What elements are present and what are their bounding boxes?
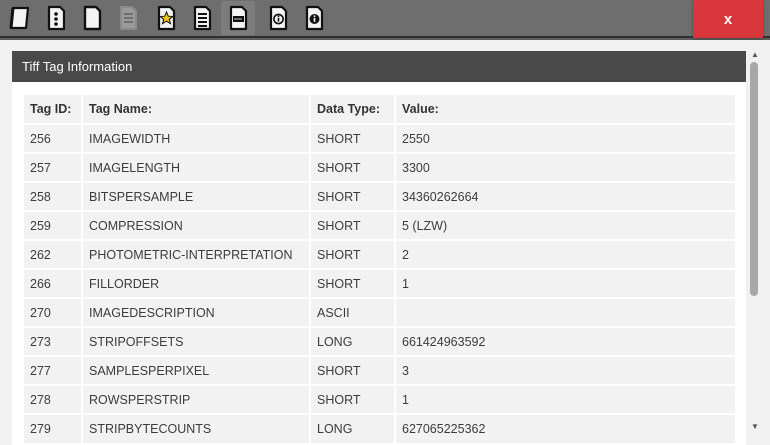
table-row: 257 IMAGELENGTH SHORT 3300 (24, 152, 735, 182)
header-data-type: Data Type: (310, 95, 396, 125)
cell-tag-name: STRIPBYTECOUNTS (82, 413, 311, 443)
cell-tag-name: PHOTOMETRIC-INTERPRETATION (82, 239, 311, 269)
cell-data-type: SHORT (310, 268, 396, 298)
cell-value: 2 (395, 239, 735, 269)
cell-data-type: SHORT (310, 210, 396, 240)
cell-value: 2550 (395, 123, 735, 153)
cell-tag-id: 266 (24, 268, 83, 298)
page-info-icon[interactable] (261, 1, 295, 35)
tiff-tag-table: Tag ID: Tag Name: Data Type: Value: 256 … (24, 95, 735, 443)
page-drive-icon[interactable] (221, 1, 255, 35)
table-header-row: Tag ID: Tag Name: Data Type: Value: (24, 95, 735, 125)
table-row: 266 FILLORDER SHORT 1 (24, 268, 735, 298)
cell-tag-id: 259 (24, 210, 83, 240)
cell-tag-name: SAMPLESPERPIXEL (82, 355, 311, 385)
cell-value (395, 297, 735, 327)
page-list-icon[interactable] (185, 1, 219, 35)
table-row: 262 PHOTOMETRIC-INTERPRETATION SHORT 2 (24, 239, 735, 269)
page-slanted-icon[interactable] (3, 1, 37, 35)
cell-value: 3300 (395, 152, 735, 182)
table-row: 279 STRIPBYTECOUNTS LONG 627065225362 (24, 413, 735, 443)
close-button[interactable]: x (693, 0, 763, 38)
cell-tag-id: 273 (24, 326, 83, 356)
table-row: 273 STRIPOFFSETS LONG 661424963592 (24, 326, 735, 356)
table-row: 278 ROWSPERSTRIP SHORT 1 (24, 384, 735, 414)
header-value: Value: (395, 95, 735, 125)
cell-tag-id: 257 (24, 152, 83, 182)
tiff-tag-panel: Tiff Tag Information Tag ID: Tag Name: D… (0, 40, 770, 445)
table-row: 270 IMAGEDESCRIPTION ASCII (24, 297, 735, 327)
cell-data-type: SHORT (310, 123, 396, 153)
cell-value: 661424963592 (395, 326, 735, 356)
page-dots-icon[interactable] (39, 1, 73, 35)
cell-tag-id: 270 (24, 297, 83, 327)
cell-data-type: ASCII (310, 297, 396, 327)
cell-tag-name: ROWSPERSTRIP (82, 384, 311, 414)
page-lines-disabled-icon[interactable] (111, 1, 145, 35)
cell-tag-id: 256 (24, 123, 83, 153)
cell-data-type: SHORT (310, 181, 396, 211)
panel-title: Tiff Tag Information (12, 51, 746, 82)
table-row: 259 COMPRESSION SHORT 5 (LZW) (24, 210, 735, 240)
cell-tag-name: COMPRESSION (82, 210, 311, 240)
cell-value: 3 (395, 355, 735, 385)
close-label: x (723, 10, 733, 28)
cell-value: 1 (395, 384, 735, 414)
cell-tag-name: IMAGEDESCRIPTION (82, 297, 311, 327)
cell-tag-id: 278 (24, 384, 83, 414)
cell-tag-id: 279 (24, 413, 83, 443)
cell-value: 5 (LZW) (395, 210, 735, 240)
cell-data-type: SHORT (310, 384, 396, 414)
cell-data-type: SHORT (310, 239, 396, 269)
cell-tag-name: IMAGELENGTH (82, 152, 311, 182)
toolbar: x (0, 0, 770, 38)
cell-tag-name: STRIPOFFSETS (82, 326, 311, 356)
cell-data-type: SHORT (310, 355, 396, 385)
cell-data-type: LONG (310, 413, 396, 443)
table-row: 277 SAMPLESPERPIXEL SHORT 3 (24, 355, 735, 385)
header-tag-id: Tag ID: (24, 95, 83, 125)
scroll-down-icon[interactable]: ▼ (750, 422, 760, 432)
table-row: 256 IMAGEWIDTH SHORT 2550 (24, 123, 735, 153)
page-info-filled-icon[interactable] (297, 1, 331, 35)
page-star-icon[interactable] (149, 1, 183, 35)
cell-tag-id: 262 (24, 239, 83, 269)
cell-value: 1 (395, 268, 735, 298)
vertical-scrollbar[interactable]: ▲ ▼ (748, 48, 762, 445)
cell-data-type: LONG (310, 326, 396, 356)
cell-tag-id: 258 (24, 181, 83, 211)
table-container: Tag ID: Tag Name: Data Type: Value: 256 … (12, 82, 746, 445)
cell-value: 627065225362 (395, 413, 735, 443)
scroll-up-icon[interactable]: ▲ (750, 50, 760, 60)
scroll-thumb[interactable] (750, 62, 758, 296)
cell-tag-name: BITSPERSAMPLE (82, 181, 311, 211)
cell-tag-name: IMAGEWIDTH (82, 123, 311, 153)
page-blank-icon[interactable] (75, 1, 109, 35)
header-tag-name: Tag Name: (82, 95, 311, 125)
cell-data-type: SHORT (310, 152, 396, 182)
cell-tag-name: FILLORDER (82, 268, 311, 298)
table-row: 258 BITSPERSAMPLE SHORT 34360262664 (24, 181, 735, 211)
cell-tag-id: 277 (24, 355, 83, 385)
cell-value: 34360262664 (395, 181, 735, 211)
